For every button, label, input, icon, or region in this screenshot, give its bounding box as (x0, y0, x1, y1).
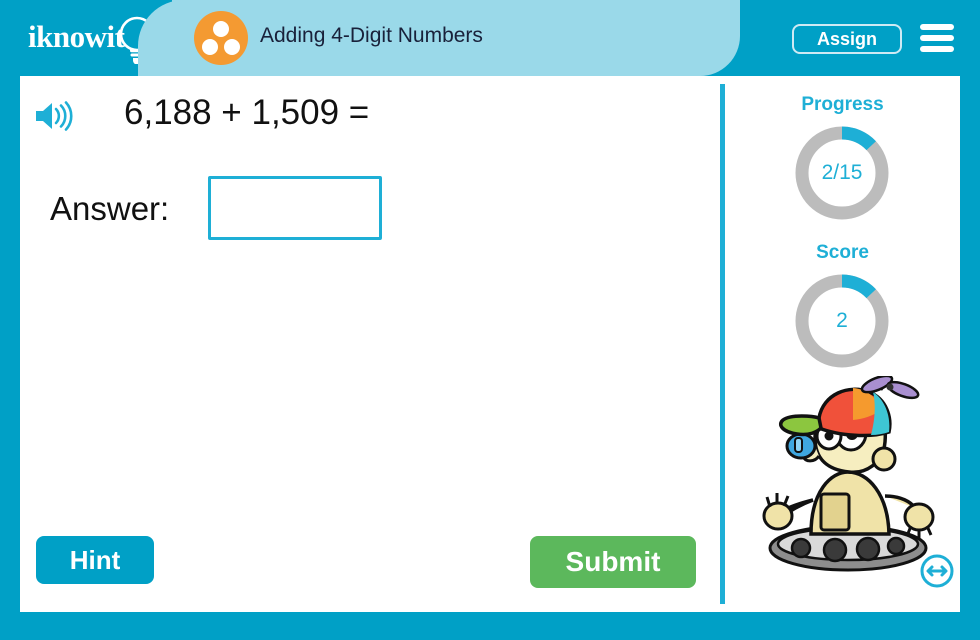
lesson-title: Adding 4-Digit Numbers (260, 24, 483, 47)
content-stage: 6,188 + 1,509 = Answer: Hint Submit Prog… (20, 76, 960, 612)
robot-mascot-propeller-hat (762, 376, 935, 572)
question-expression: 6,188 + 1,509 = (124, 93, 370, 132)
answer-input[interactable] (208, 176, 382, 240)
sidebar: Progress 2/15 Score 2 (725, 76, 960, 612)
lesson-tab[interactable]: Adding 4-Digit Numbers (138, 0, 740, 76)
hint-button[interactable]: Hint (36, 536, 154, 584)
app-header: iknowit Adding 4-Digit Numbers Assign (0, 0, 980, 76)
progress-value: 2/15 (821, 161, 863, 184)
three-dots-circle-icon (194, 11, 248, 65)
progress-label: Progress (801, 94, 884, 115)
hamburger-menu-icon[interactable] (920, 24, 954, 54)
score-value: 2 (836, 309, 848, 332)
answer-label: Answer: (50, 190, 170, 227)
score-label: Score (816, 242, 869, 263)
horizontal-resize-arrows-icon[interactable] (920, 554, 954, 588)
app-window: iknowit Adding 4-Digit Numbers Assign 6,… (0, 0, 980, 640)
speaker-audio-icon[interactable] (34, 100, 74, 132)
assign-button[interactable]: Assign (792, 24, 902, 54)
logo-text: iknowit (28, 19, 125, 54)
submit-button[interactable]: Submit (530, 536, 696, 588)
